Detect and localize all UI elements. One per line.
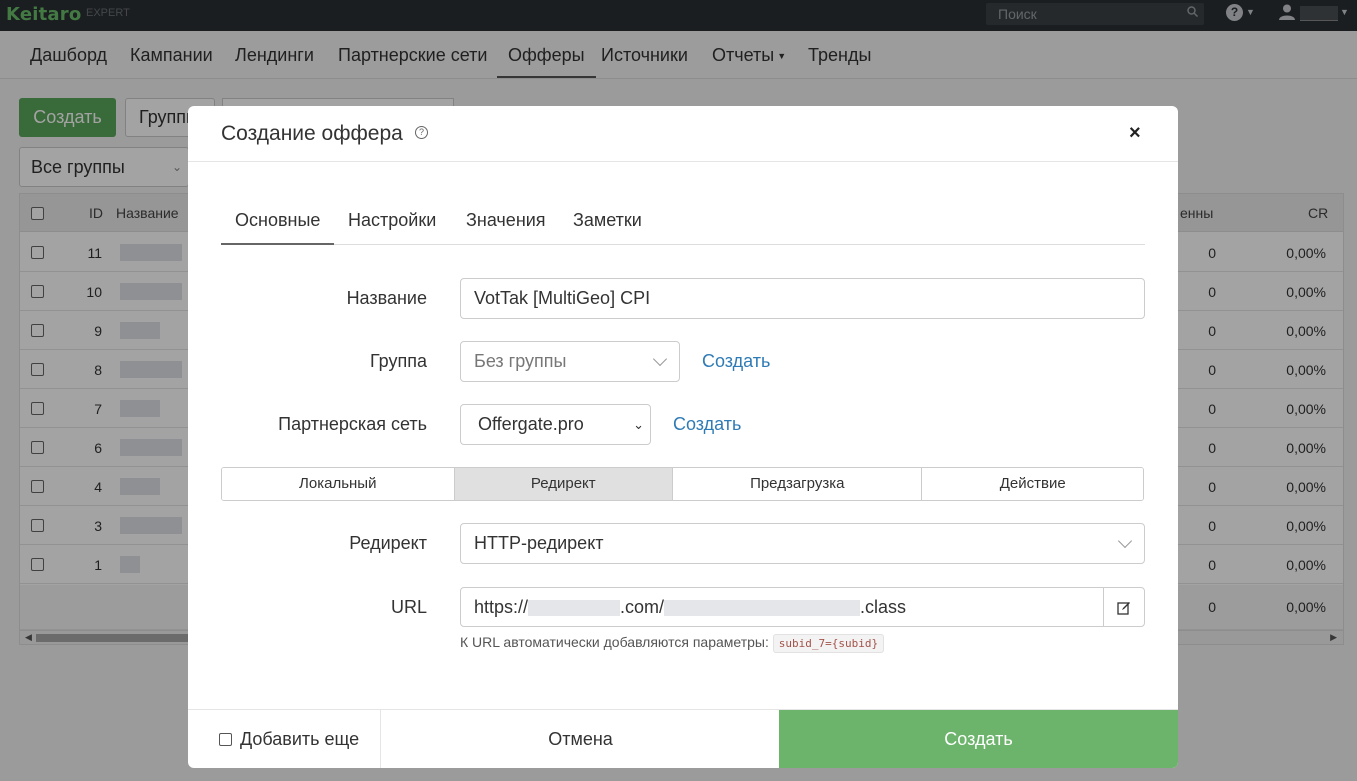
url-redacted-path [664,600,861,617]
chevron-down-icon [1117,533,1133,549]
url-suffix: .class [860,597,907,617]
edit-url-button[interactable] [1103,587,1145,627]
modal-title: Создание оффера [221,122,403,145]
name-input[interactable]: VotTak [MultiGeo] CPI [460,278,1145,319]
add-more-checkbox[interactable] [219,733,232,746]
modal-tabs: Основные Настройки Значения Заметки [221,200,1145,245]
affiliate-network-select[interactable]: Offergate.pro ⌄ [460,404,651,445]
redirect-label: Редирект [349,533,427,553]
url-input[interactable]: https:// .com/ .class [460,587,1104,627]
name-label: Название [346,288,427,308]
create-group-link[interactable]: Создать [702,351,770,372]
affiliate-network-label: Партнерская сеть [278,414,427,434]
url-hint: К URL автоматически добавляются параметр… [460,634,885,653]
add-more-toggle[interactable]: Добавить еще [188,710,381,768]
cancel-button[interactable]: Отмена [382,710,779,768]
tab-settings[interactable]: Настройки [348,210,436,231]
group-select-value: Без группы [474,351,567,371]
modal-header: Создание оффера ? × [188,106,1178,162]
tab-basic[interactable]: Основные [221,210,335,245]
mode-preload[interactable]: Предзагрузка [673,468,923,500]
url-mid: .com/ [620,597,665,617]
group-label: Группа [369,351,427,371]
mode-action[interactable]: Действие [922,468,1143,500]
group-select[interactable]: Без группы [460,341,680,382]
create-offer-modal: Создание оффера ? × Основные Настройки З… [188,106,1178,768]
offer-type-switch: Локальный Редирект Предзагрузка Действие [221,467,1144,501]
close-icon[interactable]: × [1129,122,1141,145]
mode-redirect[interactable]: Редирект [454,468,674,500]
create-network-link[interactable]: Создать [673,414,741,435]
url-label: URL [390,597,427,617]
tab-values[interactable]: Значения [466,210,546,231]
help-icon[interactable]: ? [415,126,428,139]
edit-icon [1117,602,1130,615]
url-redacted-domain [528,600,621,617]
chevron-down-icon: ⌄ [633,417,644,432]
url-hint-param: subid_7={subid} [772,634,885,653]
submit-button[interactable]: Создать [779,710,1178,768]
url-prefix: https:// [474,597,529,617]
add-more-label[interactable]: Добавить еще [240,729,359,750]
mode-local[interactable]: Локальный [222,468,455,500]
tab-notes[interactable]: Заметки [573,210,642,231]
chevron-down-icon [652,351,668,367]
modal-footer: Добавить еще Отмена Создать [188,709,1178,768]
redirect-select[interactable]: HTTP-редирект [460,523,1145,564]
affiliate-network-value: Offergate.pro [478,414,584,434]
redirect-select-value: HTTP-редирект [474,533,604,553]
url-hint-text: К URL автоматически добавляются параметр… [460,634,769,650]
